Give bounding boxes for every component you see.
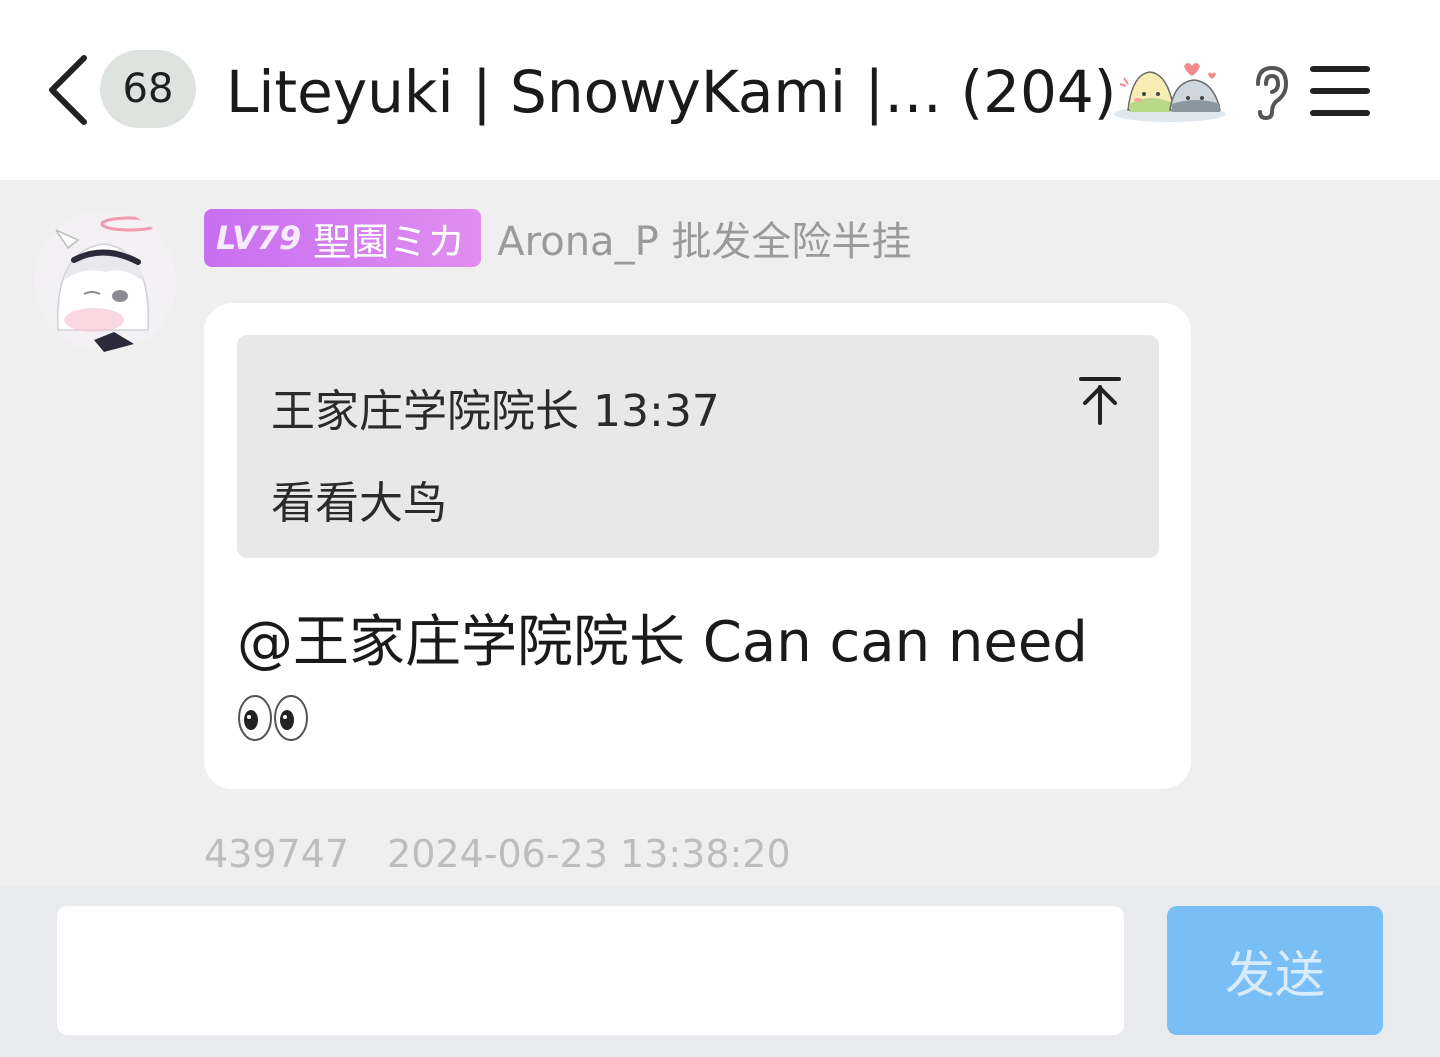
- back-button[interactable]: [40, 50, 96, 130]
- avatar[interactable]: [34, 210, 176, 352]
- sender-name[interactable]: Arona_P 批发全险半挂: [497, 209, 911, 267]
- quote-text: 看看大鸟: [271, 478, 447, 529]
- level-text: LV79: [216, 219, 302, 257]
- quote-header: 王家庄学院院长 13:37: [271, 375, 720, 439]
- chat-header: 68 Liteyuki | SnowyKami |… (204): [0, 0, 1440, 180]
- member-title: 聖園ミカ: [313, 219, 466, 264]
- send-button[interactable]: 发送: [1167, 906, 1383, 1035]
- composer-bar: 发送: [0, 885, 1440, 1057]
- hamburger-menu-icon: [1310, 66, 1370, 116]
- chevron-left-icon: [49, 55, 87, 125]
- message-input[interactable]: [57, 906, 1124, 1035]
- unread-count: 68: [122, 66, 174, 112]
- message-id: 439747: [204, 832, 350, 876]
- message-bubble[interactable]: 王家庄学院院长 13:37 看看大鸟 @王家庄学院院长 Can can need: [204, 303, 1191, 789]
- chat-title[interactable]: Liteyuki | SnowyKami |… (204): [226, 52, 1116, 132]
- ear-icon[interactable]: [1244, 60, 1294, 124]
- eyes-emoji: [237, 686, 309, 766]
- quote-time: 13:37: [593, 386, 720, 437]
- sender-meta: LV79 聖園ミカ Arona_P 批发全险半挂: [204, 208, 911, 268]
- jump-to-quote-button[interactable]: [1075, 373, 1125, 427]
- message-text: @王家庄学院院长 Can can need: [237, 610, 1088, 675]
- chat-area[interactable]: LV79 聖園ミカ Arona_P 批发全险半挂 王家庄学院院长 13:37 看…: [0, 180, 1440, 885]
- menu-button[interactable]: [1308, 62, 1372, 120]
- message-footer: 439747 2024-06-23 13:38:20: [204, 832, 791, 876]
- unread-count-badge[interactable]: 68: [100, 50, 196, 128]
- level-badge[interactable]: LV79 聖園ミカ: [204, 209, 482, 267]
- rice-ball-sticker[interactable]: [1108, 52, 1232, 126]
- quote-author: 王家庄学院院长: [271, 386, 579, 437]
- quoted-message[interactable]: 王家庄学院院长 13:37 看看大鸟: [237, 335, 1159, 558]
- message-content: @王家庄学院院长 Can can need: [237, 603, 1157, 766]
- arrow-up-to-top-icon: [1079, 377, 1121, 425]
- message-timestamp: 2024-06-23 13:38:20: [387, 832, 791, 876]
